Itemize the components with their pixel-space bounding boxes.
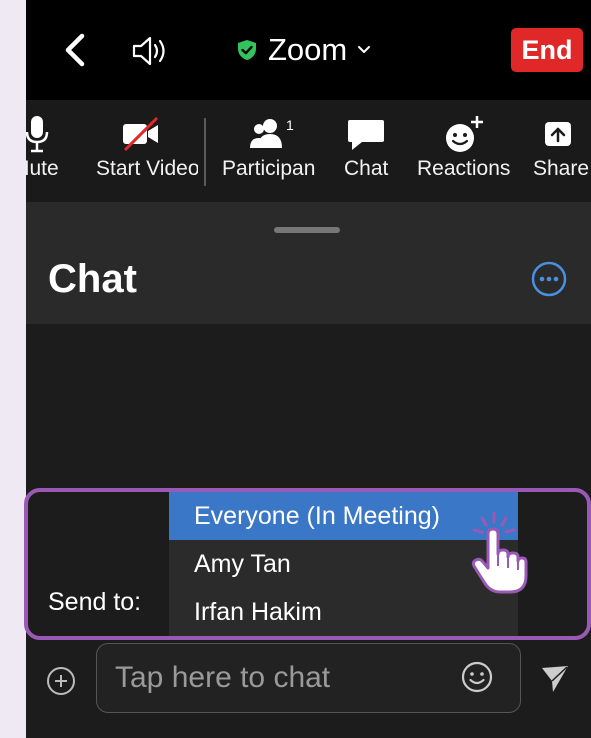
mute-button[interactable]: Mute — [26, 100, 76, 202]
participants-count: 1 — [286, 117, 294, 133]
meeting-top-bar: Zoom End — [26, 0, 591, 100]
chat-bubble-icon — [348, 120, 384, 150]
mute-label: Mute — [26, 157, 59, 180]
end-meeting-button[interactable]: End — [511, 28, 583, 72]
shield-check-icon — [238, 40, 256, 60]
chat-input[interactable]: Tap here to chat — [96, 643, 521, 713]
participants-icon: 1 — [250, 117, 294, 148]
more-options-icon[interactable] — [531, 261, 567, 297]
chat-panel: Chat Send to: Everyone (In Meeting) Amy … — [26, 202, 591, 738]
meeting-title-button[interactable]: Zoom — [236, 26, 371, 74]
microphone-icon — [26, 116, 49, 153]
speaker-icon[interactable] — [130, 34, 170, 68]
start-video-button[interactable]: Start Video — [90, 100, 198, 202]
chat-input-placeholder: Tap here to chat — [115, 661, 331, 694]
send-icon[interactable] — [539, 663, 571, 695]
reactions-icon — [446, 116, 483, 152]
drag-handle[interactable] — [274, 227, 340, 233]
share-screen-icon — [545, 122, 571, 146]
participants-label: Participants — [222, 157, 315, 180]
chevron-down-icon — [358, 46, 371, 53]
start-video-label: Start Video — [96, 157, 198, 180]
chat-label: Chat — [344, 157, 389, 180]
share-label: Share — [533, 157, 590, 180]
reactions-button[interactable]: Reactions — [415, 100, 515, 202]
chat-input-bar: Tap here to chat — [26, 640, 591, 738]
meeting-toolbar: Mute Start Video 1 Participants — [26, 100, 591, 202]
toolbar-divider — [204, 118, 206, 186]
emoji-icon[interactable] — [460, 660, 494, 694]
participants-button[interactable]: 1 Participants — [220, 100, 315, 202]
add-attachment-icon[interactable] — [45, 665, 77, 697]
reactions-label: Reactions — [417, 157, 511, 180]
back-icon[interactable] — [60, 30, 90, 70]
meeting-title: Zoom — [268, 32, 348, 67]
share-button[interactable]: Share — [531, 100, 591, 202]
chat-button[interactable]: Chat — [338, 100, 394, 202]
video-off-icon — [123, 116, 159, 152]
chat-title: Chat — [48, 257, 137, 301]
tap-hand-cursor-icon — [471, 511, 528, 594]
